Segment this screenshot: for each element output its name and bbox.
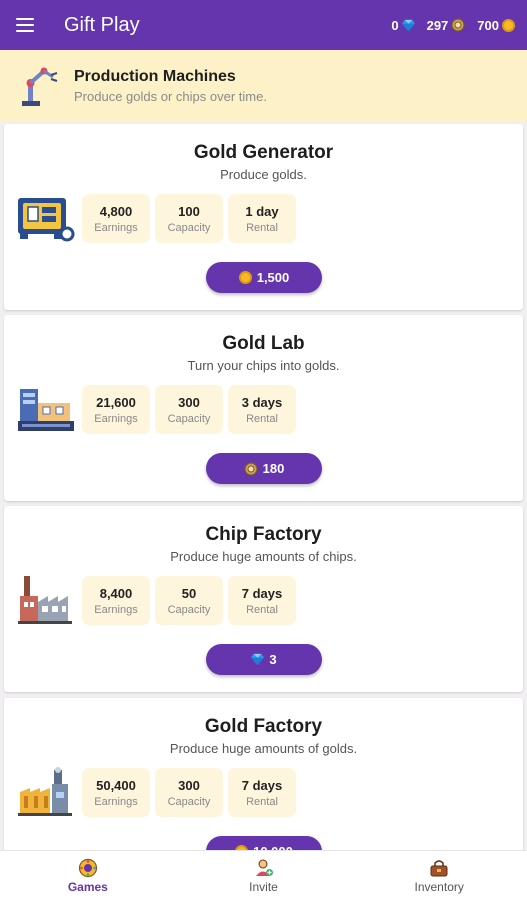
buy-gold-generator-button[interactable]: 1,500: [206, 262, 322, 293]
coin-icon: [502, 18, 515, 32]
earnings-stat: 8,400 Earnings: [82, 576, 150, 625]
bottom-navigation: Games Invite Inventory: [0, 850, 527, 900]
machine-name: Gold Lab: [222, 333, 305, 354]
factory-icon: [18, 576, 72, 624]
diamond-balance-value: 0: [391, 17, 399, 33]
menu-button[interactable]: [0, 0, 50, 50]
nav-item-inventory[interactable]: Inventory: [351, 851, 527, 900]
capacity-value: 50: [181, 586, 197, 601]
coin-icon: [238, 271, 252, 284]
nav-item-invite[interactable]: Invite: [176, 851, 352, 900]
machine-stats: 50,400 Earnings 300 Capacity 7 days Rent…: [82, 768, 296, 817]
diamond-icon: [251, 653, 265, 666]
app-title: Gift Play: [64, 13, 140, 36]
capacity-label: Capacity: [167, 796, 211, 808]
production-machines-banner: Production Machines Produce golds or chi…: [0, 50, 527, 122]
chip-balance[interactable]: 297: [427, 18, 466, 33]
chip-icon: [451, 18, 465, 32]
rental-stat: 7 days Rental: [228, 576, 296, 625]
earnings-stat: 21,600 Earnings: [82, 385, 150, 434]
earnings-label: Earnings: [94, 222, 138, 234]
machine-card: Chip Factory Produce huge amounts of chi…: [4, 506, 523, 692]
machine-card: Gold Lab Turn your chips into golds. 21,…: [4, 315, 523, 501]
earnings-stat: 50,400 Earnings: [82, 768, 150, 817]
app-bar: Gift Play 0 297 700: [0, 0, 527, 50]
invite-icon: [255, 859, 273, 876]
machine-stats: 4,800 Earnings 100 Capacity 1 day Rental: [82, 194, 296, 243]
games-icon: [78, 858, 97, 877]
balances: 0 297 700: [391, 18, 527, 33]
capacity-value: 300: [178, 778, 200, 793]
machine-name: Gold Factory: [204, 716, 323, 737]
capacity-stat: 50 Capacity: [155, 576, 223, 625]
capacity-label: Capacity: [167, 413, 211, 425]
capacity-label: Capacity: [167, 604, 211, 616]
robot-arm-icon: [22, 67, 58, 106]
earnings-value: 8,400: [99, 586, 133, 601]
inventory-icon: [430, 859, 448, 876]
machine-name: Chip Factory: [205, 524, 322, 545]
hamburger-icon: [16, 18, 34, 32]
diamond-icon: [401, 19, 415, 31]
earnings-stat: 4,800 Earnings: [82, 194, 150, 243]
gold-factory-icon: [18, 767, 72, 816]
earnings-value: 21,600: [96, 395, 136, 410]
generator-icon: [18, 198, 75, 242]
capacity-label: Capacity: [167, 222, 211, 234]
buy-gold-lab-button[interactable]: 180: [206, 453, 322, 484]
machine-description: Produce golds.: [220, 167, 307, 182]
machine-stats: 8,400 Earnings 50 Capacity 7 days Rental: [82, 576, 296, 625]
rental-value: 1 day: [245, 204, 279, 219]
rental-label: Rental: [246, 222, 278, 234]
rental-stat: 1 day Rental: [228, 194, 296, 243]
nav-item-games[interactable]: Games: [0, 851, 176, 900]
nav-label-invite: Invite: [249, 879, 278, 894]
capacity-stat: 100 Capacity: [155, 194, 223, 243]
rental-label: Rental: [246, 604, 278, 616]
machine-description: Produce huge amounts of golds.: [169, 741, 358, 756]
machine-description: Produce huge amounts of chips.: [170, 549, 357, 564]
earnings-value: 50,400: [96, 778, 136, 793]
machine-stats: 21,600 Earnings 300 Capacity 3 days Rent…: [82, 385, 296, 434]
earnings-label: Earnings: [94, 796, 138, 808]
capacity-value: 300: [178, 395, 200, 410]
machine-card: Gold Generator Produce golds. 4,800 Earn…: [4, 124, 523, 310]
capacity-stat: 300 Capacity: [155, 385, 223, 434]
price-value: 180: [262, 461, 285, 476]
nav-label-inventory: Inventory: [414, 879, 464, 894]
capacity-value: 100: [178, 204, 200, 219]
price-value: 3: [269, 652, 277, 667]
chip-icon: [244, 461, 258, 476]
diamond-balance[interactable]: 0: [391, 17, 415, 33]
rental-label: Rental: [246, 413, 278, 425]
earnings-label: Earnings: [94, 413, 138, 425]
rental-value: 7 days: [241, 586, 283, 601]
chip-balance-value: 297: [426, 17, 449, 33]
coin-balance-value: 700: [477, 17, 499, 33]
machine-description: Turn your chips into golds.: [187, 358, 340, 373]
rental-value: 3 days: [241, 395, 283, 410]
nav-label-games: Games: [67, 879, 108, 894]
coin-balance[interactable]: 700: [477, 18, 515, 33]
earnings-label: Earnings: [94, 604, 138, 616]
capacity-stat: 300 Capacity: [155, 768, 223, 817]
rental-label: Rental: [246, 796, 278, 808]
rental-stat: 3 days Rental: [228, 385, 296, 434]
banner-title: Production Machines: [74, 68, 236, 85]
buy-chip-factory-button[interactable]: 3: [206, 644, 322, 675]
banner-subtitle: Produce golds or chips over time.: [74, 89, 267, 104]
rental-stat: 7 days Rental: [228, 768, 296, 817]
earnings-value: 4,800: [99, 204, 133, 219]
machine-name: Gold Generator: [193, 142, 334, 163]
price-value: 1,500: [256, 270, 290, 285]
lab-icon: [18, 389, 74, 431]
rental-value: 7 days: [241, 778, 283, 793]
